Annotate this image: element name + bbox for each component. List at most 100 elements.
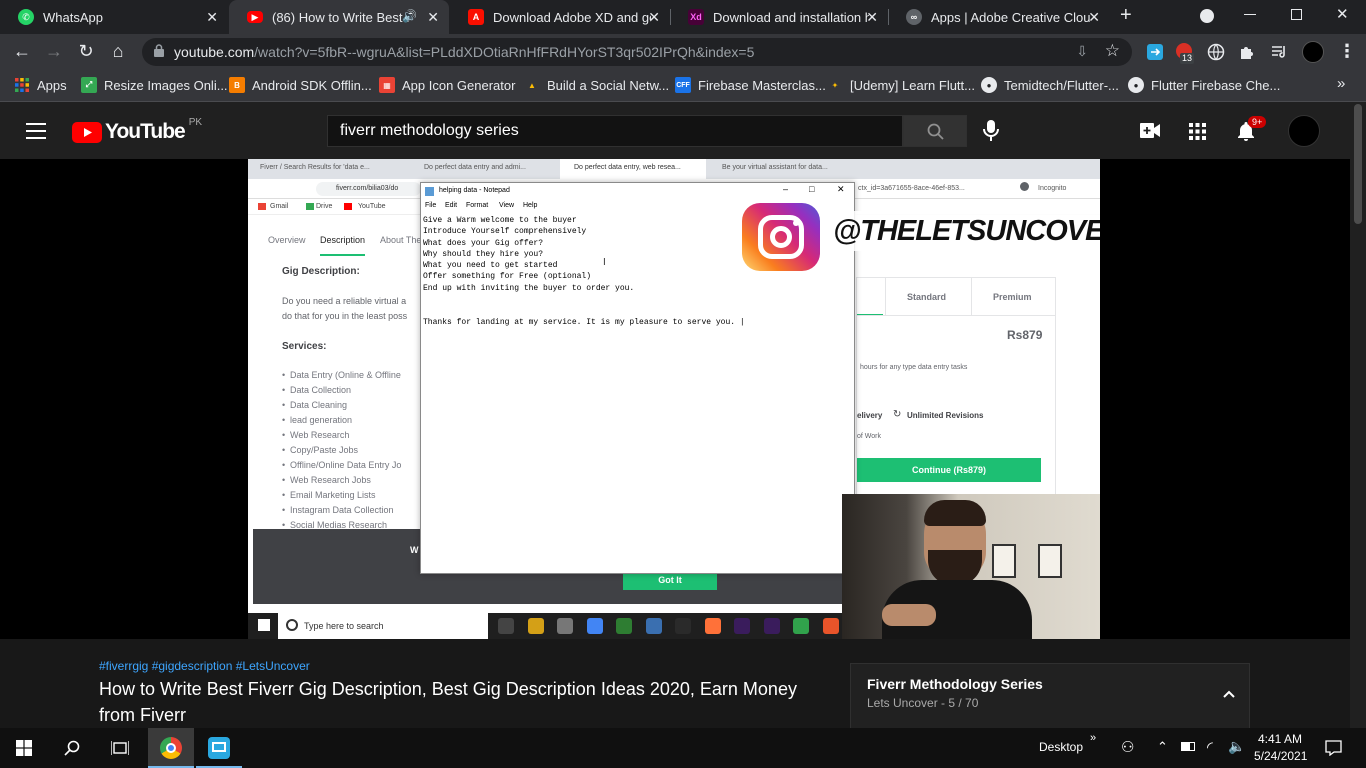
bookmark-build-social-network[interactable]: ▲ Build a Social Netw...	[524, 77, 669, 93]
apps-grid-icon	[15, 78, 29, 92]
apps-icon[interactable]	[1189, 123, 1206, 140]
search-input[interactable]: fiverr methodology series	[327, 115, 903, 147]
bookmark-resize-images[interactable]: ⤢ Resize Images Onli...	[81, 77, 228, 93]
tab-adobe-xd-download[interactable]: A Download Adobe XD and get ✕	[450, 0, 670, 34]
close-tab-icon[interactable]: ✕	[1088, 9, 1100, 26]
bookmark-flutter-firebase[interactable]: ● Flutter Firebase Che...	[1128, 77, 1280, 93]
page-scrollbar[interactable]	[1350, 102, 1366, 728]
notepad-line: Offer something for Free (optional)	[423, 272, 592, 282]
playlist-title[interactable]: Fiverr Methodology Series	[867, 676, 1043, 692]
profile-avatar[interactable]	[1302, 41, 1324, 63]
clock-date[interactable]: 5/24/2021	[1254, 749, 1307, 763]
microphone-icon[interactable]	[983, 120, 999, 142]
show-hidden-icons-chevron-icon[interactable]: ⌃	[1157, 739, 1168, 755]
menu-format[interactable]: Format	[466, 202, 488, 209]
chrome-taskbar-button[interactable]	[148, 728, 194, 768]
more-bookmarks-icon[interactable]: »	[1337, 75, 1345, 92]
create-video-icon[interactable]	[1140, 123, 1160, 138]
bookmark-firebase-masterclass[interactable]: CFF Firebase Masterclas...	[675, 77, 826, 93]
tab-search-icon[interactable]	[1200, 9, 1214, 23]
tab-whatsapp[interactable]: ✆ WhatsApp ✕	[0, 0, 228, 34]
inner-tab: Fiverr / Search Results for 'data e...	[260, 164, 370, 171]
task-view-icon[interactable]	[111, 740, 129, 756]
restore-icon[interactable]	[1291, 9, 1302, 20]
close-tab-icon[interactable]: ✕	[206, 9, 218, 26]
tab-youtube-video[interactable]: ▶ (86) How to Write Best Fi 🔊 ✕	[229, 0, 449, 34]
more-menu-icon[interactable]: ⋮	[1338, 41, 1356, 62]
chevron-up-icon[interactable]	[1223, 690, 1235, 698]
close-window-icon[interactable]: ✕	[1336, 5, 1349, 23]
inner-tab: Do perfect data entry, web resea...	[574, 164, 681, 171]
continue-button[interactable]: Continue (Rs879)	[857, 458, 1041, 482]
close-tab-icon[interactable]: ✕	[866, 9, 878, 26]
screen-recorder-taskbar-button[interactable]	[196, 728, 242, 768]
media-control-icon[interactable]	[1270, 43, 1288, 61]
tab-download-installation[interactable]: Xd Download and installation he ✕	[670, 0, 888, 34]
toolbar-expand-icon[interactable]: »	[1090, 732, 1096, 744]
bookmark-app-icon-generator[interactable]: ▦ App Icon Generator	[379, 77, 515, 93]
inner-taskbar-app-icon	[616, 618, 632, 634]
hashtags[interactable]: #fiverrgig #gigdescription #LetsUncover	[99, 659, 310, 673]
forward-icon[interactable]: →	[43, 41, 65, 62]
extensions-puzzle-icon[interactable]	[1238, 43, 1256, 61]
video-frame[interactable]: Fiverr / Search Results for 'data e... D…	[248, 159, 1100, 639]
search-button[interactable]	[903, 115, 967, 147]
audio-playing-icon[interactable]: 🔊	[402, 9, 417, 23]
action-center-icon[interactable]	[1325, 740, 1342, 756]
volume-icon[interactable]: 🔈	[1228, 738, 1245, 755]
scope-label: of Work	[857, 433, 881, 440]
video-player[interactable]: Fiverr / Search Results for 'data e... D…	[0, 159, 1350, 639]
bookmark-udemy-flutter[interactable]: ✦ [Udemy] Learn Flutt...	[827, 77, 975, 93]
facecam-overlay	[842, 494, 1100, 639]
bookmark-label: [Udemy] Learn Flutt...	[850, 77, 975, 93]
bookmark-star-icon[interactable]: ☆	[1105, 41, 1120, 61]
people-icon[interactable]: ⚇	[1121, 738, 1134, 756]
bookmark-temidtech-flutter[interactable]: ● Temidtech/Flutter-...	[981, 77, 1119, 93]
playlist-panel[interactable]: Fiverr Methodology Series Lets Uncover -…	[850, 663, 1250, 733]
notepad-icon	[425, 187, 434, 196]
browser-toolbar: ← → ↻ ⌂ youtube.com/watch?v=5fbR--wgruA&…	[0, 34, 1366, 70]
tab-title: Download Adobe XD and get	[493, 9, 651, 25]
region-code: PK	[188, 116, 203, 128]
menu-help[interactable]: Help	[523, 202, 537, 209]
globe-extension-icon[interactable]	[1207, 43, 1225, 61]
notepad-maximize-icon[interactable]: □	[809, 184, 814, 194]
presenter-hands	[882, 604, 936, 626]
reload-icon[interactable]: ↻	[75, 41, 97, 62]
screen-cast-extension-icon[interactable]	[1146, 43, 1164, 61]
new-tab-button[interactable]: +	[1120, 4, 1132, 27]
inner-bookmark: Drive	[316, 203, 333, 210]
youtube-logo[interactable]: YouTube PK	[72, 116, 203, 144]
notepad-minimize-icon[interactable]: –	[783, 184, 788, 194]
incognito-icon	[1020, 182, 1029, 191]
notepad-close-icon[interactable]: ✕	[837, 184, 845, 195]
delivery-label: elivery	[857, 411, 883, 420]
account-avatar[interactable]	[1288, 115, 1320, 147]
wifi-icon[interactable]: ◜	[1207, 738, 1213, 756]
inner-tab: Be your virtual assistant for data...	[722, 164, 828, 171]
bookmark-android-sdk[interactable]: B Android SDK Offlin...	[229, 77, 372, 93]
scrollbar-thumb[interactable]	[1354, 104, 1362, 224]
close-tab-icon[interactable]: ✕	[648, 9, 660, 26]
whatsapp-icon: ✆	[18, 9, 34, 25]
search-icon[interactable]	[64, 740, 80, 756]
back-icon[interactable]: ←	[11, 41, 33, 62]
battery-icon[interactable]	[1181, 742, 1195, 751]
service-label: Web Research Jobs	[290, 475, 371, 485]
close-tab-icon[interactable]: ✕	[427, 9, 439, 26]
minimize-icon[interactable]	[1244, 14, 1256, 15]
menu-edit[interactable]: Edit	[445, 202, 457, 209]
menu-view[interactable]: View	[499, 202, 514, 209]
menu-file[interactable]: File	[425, 202, 436, 209]
desktop-toolbar-label[interactable]: Desktop	[1039, 740, 1083, 754]
home-icon[interactable]: ⌂	[107, 41, 129, 62]
watermark-handle: @THELETSUNCOVER	[833, 215, 1100, 247]
windows-start-icon[interactable]	[16, 740, 32, 756]
service-label: Web Research	[290, 430, 350, 440]
tab-creative-cloud[interactable]: ∞ Apps | Adobe Creative Cloud ✕	[888, 0, 1110, 34]
clock-time[interactable]: 4:41 AM	[1254, 732, 1306, 746]
address-bar[interactable]: youtube.com/watch?v=5fbR--wgruA&list=PLd…	[142, 38, 1132, 66]
install-app-icon[interactable]: ⇩	[1076, 43, 1088, 60]
hamburger-menu-icon[interactable]	[26, 123, 46, 139]
bookmark-apps[interactable]: Apps	[14, 77, 67, 93]
